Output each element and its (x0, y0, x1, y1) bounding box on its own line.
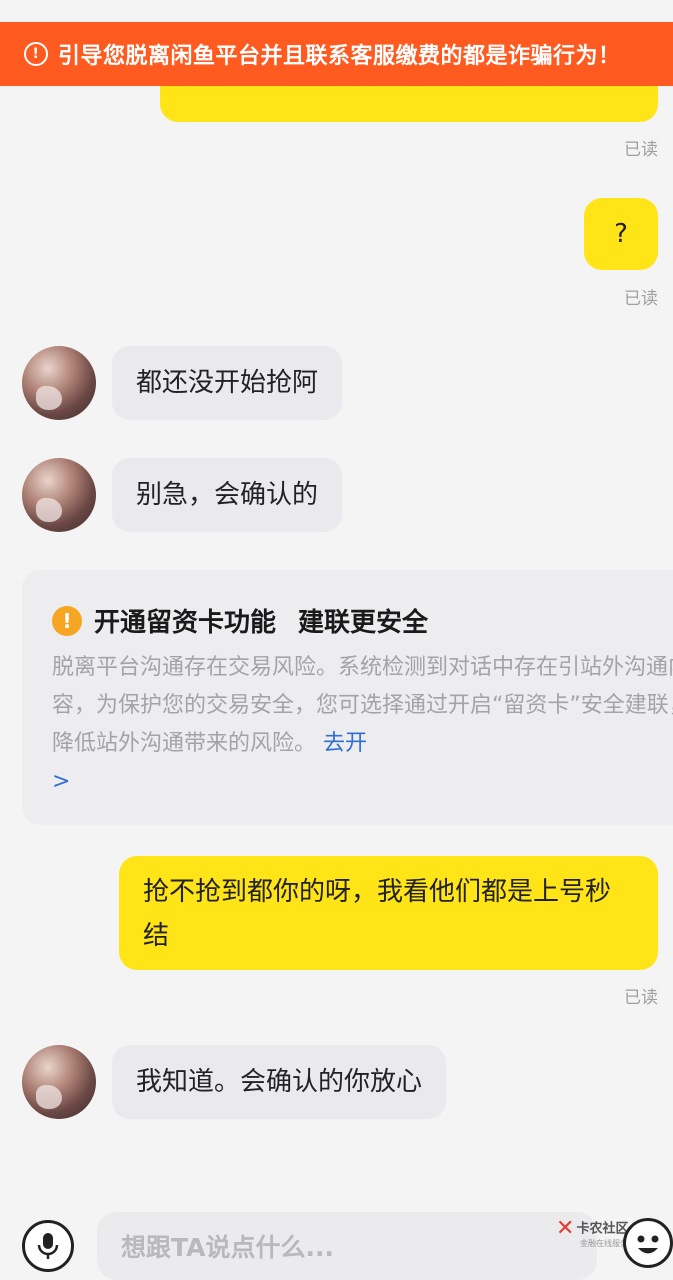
message-text: 别急，会确认的 (136, 480, 319, 510)
message-input[interactable]: 想跟TA说点什么... (97, 1212, 597, 1280)
safety-card-title: ! 开通留资卡功能 建联更安全 (52, 602, 672, 639)
exclamation-icon: ! (52, 605, 82, 636)
message-text: 我知道。会确认的你放心 (136, 1067, 423, 1097)
safety-title-left: 开通留资卡功能 (94, 608, 277, 638)
voice-button[interactable] (22, 1220, 74, 1272)
safety-notice-card[interactable]: ! 开通留资卡功能 建联更安全 脱离平台沟通存在交易风险。系统检测到对话中存在引… (22, 570, 673, 825)
safety-card-body: 脱离平台沟通存在交易风险。系统检测到对话中存在引站外沟通内容，为保护您的交易安全… (52, 649, 673, 801)
microphone-icon (37, 1233, 59, 1259)
message-text: ? (614, 219, 628, 249)
fraud-warning-banner: ! 引导您脱离闲鱼平台并且联系客服缴费的都是诈骗行为！ (0, 22, 673, 86)
watermark-name: 卡农社区 (576, 1221, 629, 1237)
message-text: 都还没开始抢阿 (136, 368, 319, 398)
warning-icon: ! (24, 42, 48, 66)
safety-title-right: 建联更安全 (298, 608, 429, 638)
watermark-logo: ✕ 卡农社区 金融在线服务 (556, 1218, 629, 1251)
contact-avatar[interactable] (22, 346, 96, 420)
message-bubble-theirs[interactable]: 别急，会确认的 (112, 458, 343, 532)
read-status: 已读 (624, 289, 658, 309)
emoji-icon (637, 1235, 659, 1254)
chat-screen: 已读 ! 引导您脱离闲鱼平台并且联系客服缴费的都是诈骗行为！ ? 已读 都还没开… (0, 0, 673, 1280)
emoji-button[interactable] (623, 1218, 673, 1268)
message-bubble-mine[interactable]: ? (584, 198, 658, 270)
read-status: 已读 (624, 988, 658, 1008)
contact-avatar[interactable] (22, 1045, 96, 1119)
read-status: 已读 (624, 140, 658, 160)
chevron-right-icon[interactable]: > (52, 769, 70, 794)
input-placeholder: 想跟TA说点什么... (121, 1233, 334, 1262)
watermark-icon: ✕ (556, 1216, 575, 1241)
message-text: 抢不抢到都你的呀，我看他们都是上号秒结 (143, 877, 612, 951)
contact-avatar[interactable] (22, 458, 96, 532)
message-bubble-theirs[interactable]: 我知道。会确认的你放心 (112, 1045, 447, 1119)
watermark-slogan: 金融在线服务 (580, 1238, 628, 1248)
banner-text: 引导您脱离闲鱼平台并且联系客服缴费的都是诈骗行为！ (58, 44, 621, 69)
open-card-link[interactable]: 去开 (323, 731, 367, 756)
message-bubble-theirs[interactable]: 都还没开始抢阿 (112, 346, 343, 420)
message-bubble-mine[interactable]: 抢不抢到都你的呀，我看他们都是上号秒结 (119, 856, 658, 970)
